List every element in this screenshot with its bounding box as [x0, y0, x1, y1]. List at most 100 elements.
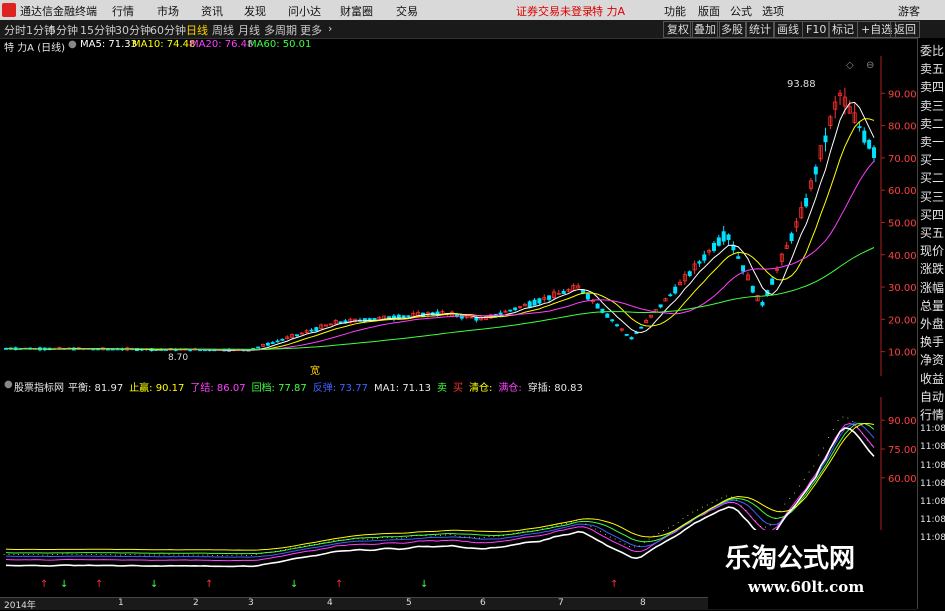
menu-function[interactable]: 功能 — [664, 3, 686, 19]
signal-glyph: · — [245, 552, 247, 560]
candle-body — [265, 342, 270, 346]
signal-glyph: · — [405, 534, 407, 542]
signal-glyph: · — [56, 551, 58, 559]
candle-body — [624, 333, 629, 336]
sidebar-item-12[interactable]: 涨跌 — [920, 260, 944, 277]
sidebar-item-2[interactable]: 卖四 — [920, 78, 944, 95]
signal-glyph: · — [658, 530, 660, 538]
period-intraday[interactable]: 分时 — [4, 22, 26, 38]
sidebar-item-8[interactable]: 买三 — [920, 188, 944, 205]
sidebar-item-4[interactable]: 卖二 — [920, 115, 944, 132]
sidebar-item-1[interactable]: 卖五 — [920, 60, 944, 77]
signal-glyph: · — [367, 536, 369, 544]
menu-news[interactable]: 资讯 — [201, 3, 223, 19]
login-warning[interactable]: 证券交易未登录 — [516, 3, 593, 19]
sidebar-item-3[interactable]: 卖三 — [920, 97, 944, 114]
sidebar-item-11[interactable]: 现价 — [920, 242, 944, 259]
candle-body — [741, 265, 746, 272]
indicator-value-6: 卖 — [436, 383, 447, 394]
sidebar-item-25[interactable]: 11:08 — [920, 497, 945, 507]
signal-glyph: · — [386, 534, 388, 542]
candle-body — [804, 198, 809, 207]
signal-glyph: · — [842, 413, 844, 421]
tool-stats-button[interactable]: 统计 — [745, 21, 775, 38]
ma60-readout: MA60: 50.01 — [248, 39, 312, 50]
period-multi[interactable]: 多周期 — [264, 22, 297, 38]
sidebar-item-6[interactable]: 买一 — [920, 151, 944, 168]
signal-glyph: · — [163, 551, 165, 559]
sidebar-item-10[interactable]: 买五 — [920, 224, 944, 241]
tool-f10-button[interactable]: F10 — [802, 21, 831, 38]
sidebar-item-14[interactable]: 总量 — [920, 297, 944, 314]
candlestick-chart[interactable]: 90.00 80.00 70.00 60.00 50.00 40.00 30.00 20.00… — [0, 56, 917, 376]
menu-discover[interactable]: 发现 — [244, 3, 266, 19]
period-15min[interactable]: 15分钟 — [80, 22, 116, 38]
sidebar-item-0[interactable]: 委比 — [920, 42, 944, 59]
period-more[interactable]: 更多 — [300, 22, 322, 38]
indicator-dot-icon[interactable]: ● — [4, 379, 13, 390]
sidebar-item-17[interactable]: 净资 — [920, 351, 944, 368]
sidebar-item-22[interactable]: 11:08 — [920, 442, 945, 452]
menu-wealth-circle[interactable]: 财富圈 — [340, 3, 373, 19]
settings-dot-icon[interactable]: ● — [68, 39, 77, 50]
tool-back-button[interactable]: 返回 — [890, 21, 920, 38]
sidebar-item-9[interactable]: 买四 — [920, 206, 944, 223]
tool-mark-button[interactable]: 标记 — [828, 21, 858, 38]
candle-body — [721, 231, 726, 242]
sidebar-item-19[interactable]: 自动 — [920, 388, 944, 405]
candle-body — [401, 315, 406, 318]
signal-glyph: · — [352, 535, 354, 543]
signal-glyph: · — [871, 442, 873, 450]
buy-arrow-icon: ↑ — [205, 579, 213, 590]
sidebar-item-16[interactable]: 换手 — [920, 333, 944, 350]
guest-user[interactable]: 游客 — [898, 3, 920, 19]
signal-glyph: · — [619, 538, 621, 546]
candle-body — [726, 234, 731, 240]
signal-glyph: · — [483, 534, 485, 542]
sidebar-item-18[interactable]: 收益 — [920, 370, 944, 387]
menu-formula[interactable]: 公式 — [730, 3, 752, 19]
tool-multi-stock-button[interactable]: 多股 — [717, 21, 747, 38]
sidebar-item-26[interactable]: 11:08 — [920, 515, 945, 525]
signal-glyph: · — [745, 507, 747, 515]
tool-draw-button[interactable]: 画线 — [773, 21, 803, 38]
sidebar-item-23[interactable]: 11:08 — [920, 461, 945, 471]
signal-glyph: · — [81, 551, 83, 559]
signal-glyph: · — [624, 540, 626, 548]
sidebar-item-24[interactable]: 11:08 — [920, 479, 945, 489]
period-weekly[interactable]: 周线 — [212, 22, 234, 38]
app-logo-icon — [2, 3, 16, 17]
period-30min[interactable]: 30分钟 — [115, 22, 151, 38]
sidebar-item-7[interactable]: 买二 — [920, 169, 944, 186]
menu-layout[interactable]: 版面 — [698, 3, 720, 19]
chevron-right-icon[interactable]: › — [328, 22, 332, 35]
signal-glyph: · — [22, 551, 24, 559]
signal-glyph: · — [255, 551, 257, 559]
tool-adjust-button[interactable]: 复权 — [663, 21, 693, 38]
menu-trade[interactable]: 交易 — [396, 3, 418, 19]
menu-market[interactable]: 市场 — [157, 3, 179, 19]
indicator-value-2: 了结: 86.07 — [190, 383, 246, 394]
period-monthly[interactable]: 月线 — [238, 22, 260, 38]
period-60min[interactable]: 60分钟 — [150, 22, 186, 38]
menu-xiaoda[interactable]: 问小达 — [288, 3, 321, 19]
period-5min[interactable]: 5分钟 — [49, 22, 78, 38]
menu-options[interactable]: 选项 — [762, 3, 784, 19]
period-daily[interactable]: 日线 — [186, 22, 208, 38]
sidebar-item-13[interactable]: 涨幅 — [920, 279, 944, 296]
sidebar-item-15[interactable]: 外盘 — [920, 315, 944, 332]
sidebar-item-27[interactable]: 11:08 — [920, 533, 945, 543]
signal-glyph: · — [609, 533, 611, 541]
candle-body — [614, 324, 619, 327]
menu-market-quotes[interactable]: 行情 — [112, 3, 134, 19]
signal-glyph: · — [425, 532, 427, 540]
signal-glyph: · — [401, 534, 403, 542]
zoom-circle-icon: ⊖ — [866, 60, 874, 71]
sidebar-item-5[interactable]: 卖一 — [920, 133, 944, 150]
signal-glyph: · — [798, 482, 800, 490]
tool-overlay-button[interactable]: 叠加 — [690, 21, 720, 38]
candle-body — [527, 301, 532, 308]
candle-body — [750, 285, 755, 293]
sidebar-item-20[interactable]: 行情 — [920, 406, 944, 423]
sidebar-item-21[interactable]: 11:08 — [920, 424, 945, 434]
